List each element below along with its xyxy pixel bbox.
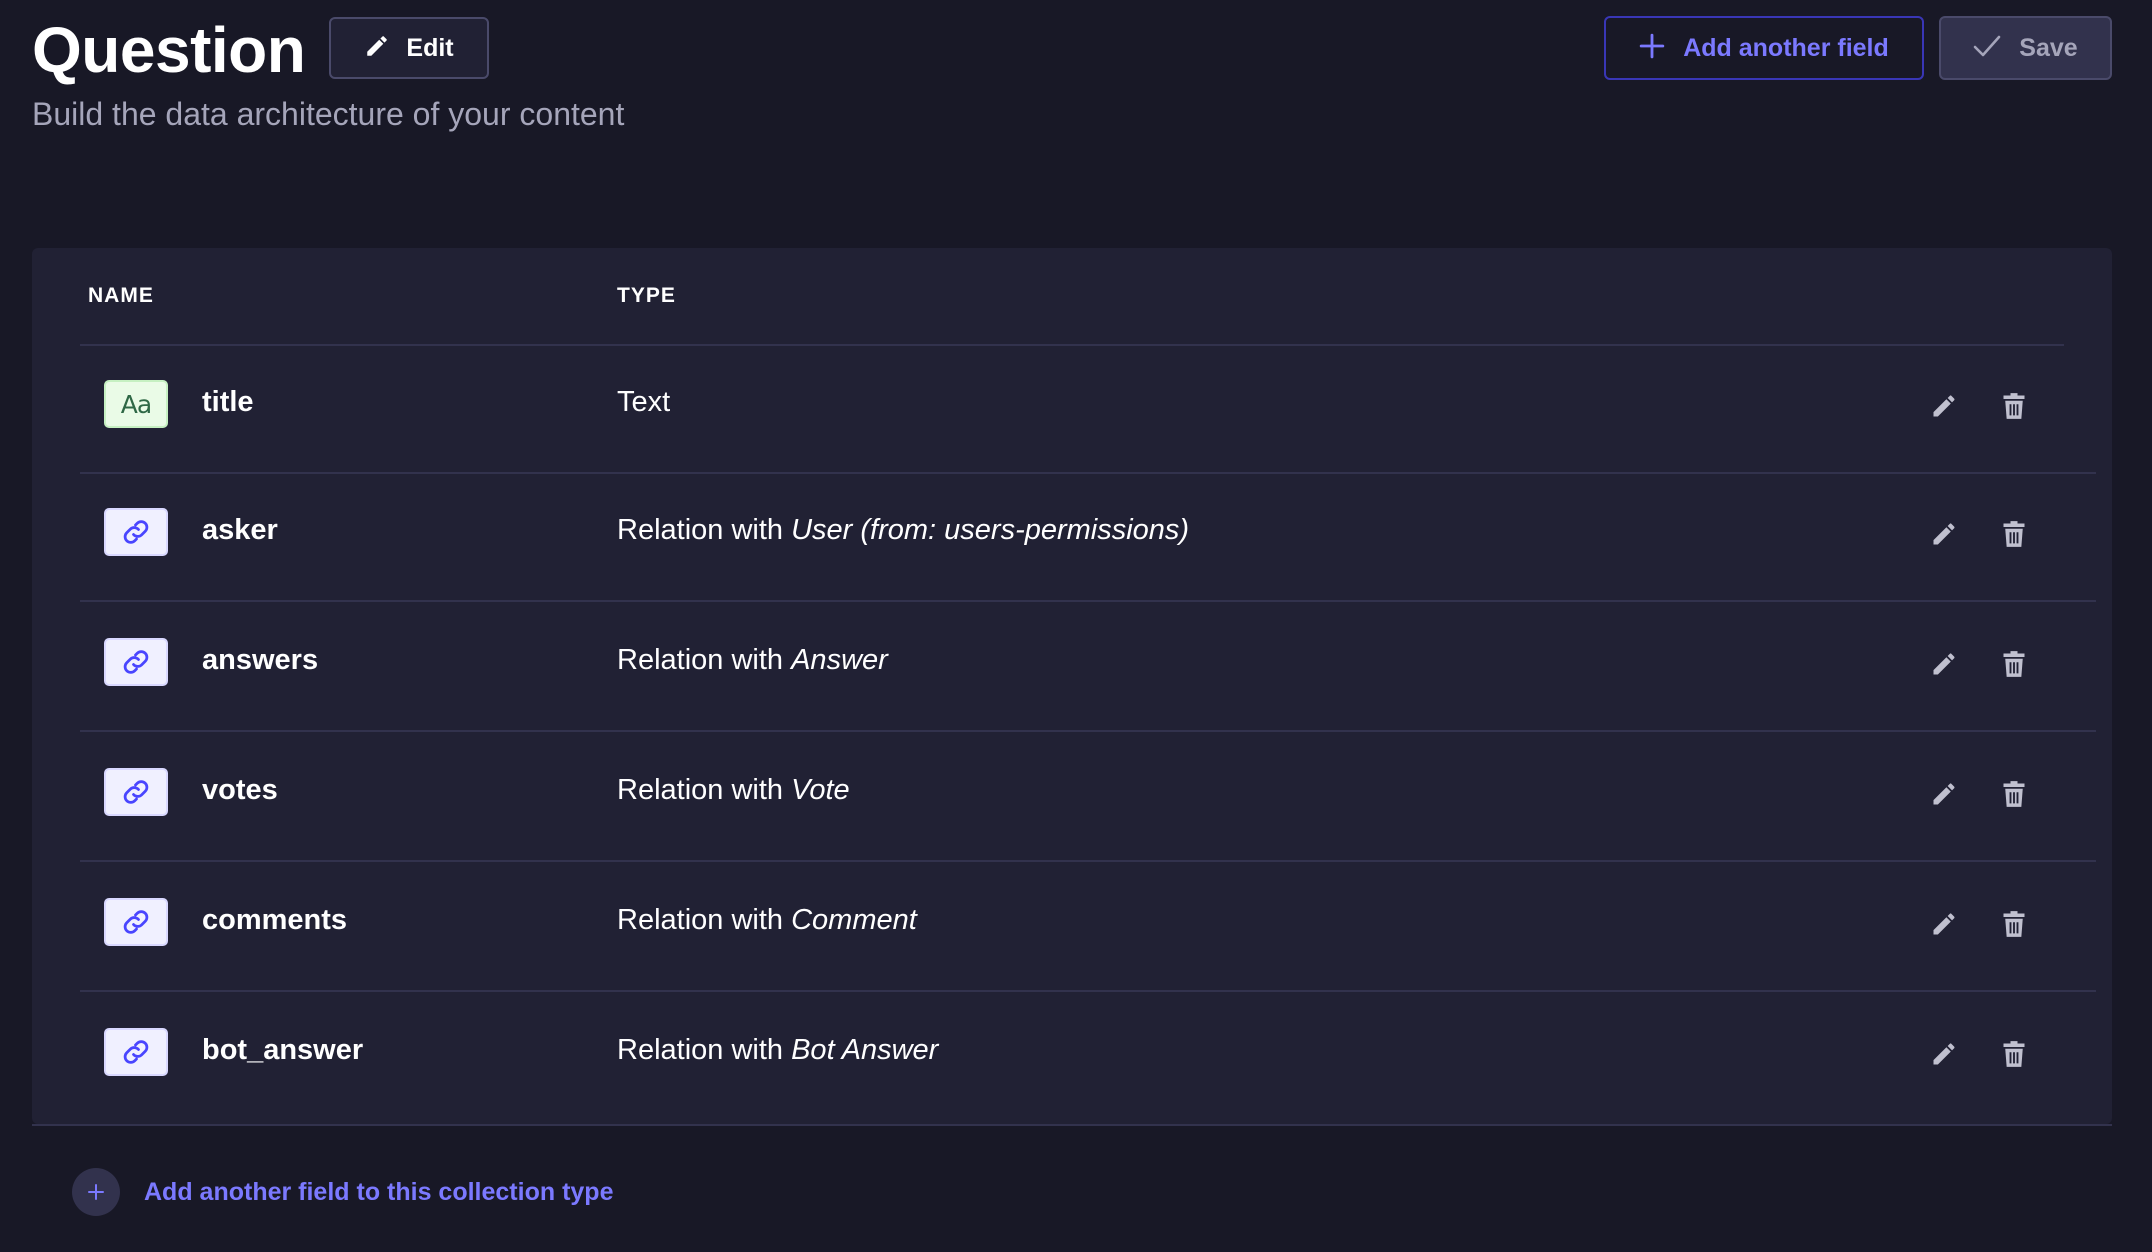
- field-type-prefix: Relation with: [617, 514, 792, 546]
- delete-field-button[interactable]: [1996, 388, 2032, 424]
- field-type-target: Answer: [791, 644, 888, 676]
- trash-icon: [2003, 393, 2025, 419]
- delete-field-button[interactable]: [1996, 516, 2032, 552]
- link-icon: [104, 1028, 168, 1076]
- trash-icon: [2003, 911, 2025, 937]
- field-type: Relation with Bot Answer: [617, 1034, 938, 1067]
- edit-field-button[interactable]: [1926, 388, 1962, 424]
- field-name: bot_answer: [202, 1034, 364, 1066]
- link-icon: [104, 638, 168, 686]
- field-type: Relation with Answer: [617, 644, 888, 677]
- field-name: votes: [202, 774, 278, 806]
- delete-field-button[interactable]: [1996, 646, 2032, 682]
- field-type-target: User (from: users-permissions): [791, 514, 1190, 546]
- save-button-label: Save: [2019, 33, 2078, 62]
- save-button[interactable]: Save: [1939, 16, 2112, 80]
- text-icon: Aa: [104, 380, 168, 428]
- delete-field-button[interactable]: [1996, 776, 2032, 812]
- field-type-prefix: Relation with: [617, 644, 792, 676]
- edit-field-button[interactable]: [1926, 906, 1962, 942]
- field-type-target: Bot Answer: [791, 1034, 939, 1066]
- edit-button[interactable]: Edit: [329, 17, 489, 79]
- table-row[interactable]: comments Relation with Comment: [80, 862, 2096, 992]
- field-type-prefix: Text: [617, 386, 671, 418]
- link-icon: [104, 768, 168, 816]
- field-type-prefix: Relation with: [617, 774, 792, 806]
- edit-field-button[interactable]: [1926, 776, 1962, 812]
- field-name: asker: [202, 514, 278, 546]
- field-name: title: [202, 386, 254, 418]
- content-type-builder-page: Question Edit Build the data architectur…: [0, 0, 2152, 1252]
- add-field-to-collection-button[interactable]: Add another field to this collection typ…: [72, 1168, 613, 1216]
- table-row[interactable]: answers Relation with Answer: [80, 602, 2096, 732]
- table-row[interactable]: bot_answer Relation with Bot Answer: [80, 992, 2096, 1120]
- pencil-icon: [1933, 783, 1955, 805]
- page-title: Question: [32, 14, 306, 86]
- column-header-type: TYPE: [617, 284, 676, 307]
- field-name: answers: [202, 644, 319, 676]
- pencil-icon: [1933, 523, 1955, 545]
- link-icon: [104, 508, 168, 556]
- link-icon: [104, 898, 168, 946]
- delete-field-button[interactable]: [1996, 906, 2032, 942]
- field-type-target: Comment: [791, 904, 917, 936]
- pencil-icon: [1933, 653, 1955, 675]
- fields-table: NAME TYPE Aa title Text asker Relation w…: [32, 248, 2112, 1124]
- add-field-to-collection-label: Add another field to this collection typ…: [144, 1177, 614, 1206]
- trash-icon: [2003, 651, 2025, 677]
- pencil-icon: [1933, 1043, 1955, 1065]
- page-subtitle: Build the data architecture of your cont…: [32, 96, 625, 132]
- trash-icon: [2003, 781, 2025, 807]
- field-name: comments: [202, 904, 348, 936]
- table-row[interactable]: asker Relation with User (from: users-pe…: [80, 472, 2096, 602]
- pencil-icon: [1933, 913, 1955, 935]
- add-another-field-label: Add another field: [1683, 33, 1889, 62]
- delete-field-button[interactable]: [1996, 1036, 2032, 1072]
- table-row[interactable]: Aa title Text: [80, 344, 2096, 474]
- add-another-field-button[interactable]: Add another field: [1604, 16, 1924, 80]
- edit-button-label: Edit: [406, 33, 454, 62]
- trash-icon: [2003, 1041, 2025, 1067]
- plus-circle-icon: [72, 1168, 120, 1216]
- table-row[interactable]: votes Relation with Vote: [80, 732, 2096, 862]
- edit-field-button[interactable]: [1926, 1036, 1962, 1072]
- table-footer: Add another field to this collection typ…: [32, 1124, 2112, 1252]
- field-type: Relation with Comment: [617, 904, 917, 937]
- field-type: Relation with Vote: [617, 774, 850, 807]
- edit-field-button[interactable]: [1926, 516, 1962, 552]
- field-type-prefix: Relation with: [617, 1034, 792, 1066]
- plus-icon: [1639, 33, 1665, 64]
- pencil-icon: [364, 33, 390, 64]
- field-type: Text: [617, 386, 670, 419]
- pencil-icon: [1933, 395, 1955, 417]
- trash-icon: [2003, 521, 2025, 547]
- check-icon: [1973, 34, 2001, 63]
- edit-field-button[interactable]: [1926, 646, 1962, 682]
- field-type-target: Vote: [791, 774, 850, 806]
- field-type: Relation with User (from: users-permissi…: [617, 514, 1189, 547]
- table-header: NAME TYPE: [80, 248, 2064, 346]
- field-type-prefix: Relation with: [617, 904, 792, 936]
- column-header-name: NAME: [88, 284, 154, 307]
